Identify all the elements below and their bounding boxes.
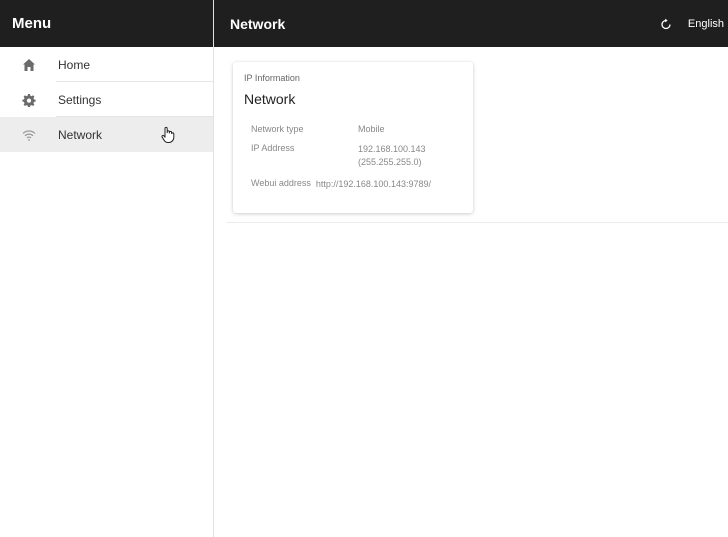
refresh-icon (661, 18, 671, 29)
gear-icon (20, 91, 38, 109)
refresh-button[interactable] (658, 16, 674, 32)
sidebar-item-home[interactable]: Home (0, 47, 213, 82)
info-key: Network type (251, 124, 304, 134)
info-value: Mobile (358, 124, 385, 134)
info-row-webui-address: Webui address http://192.168.100.143:978… (244, 178, 462, 191)
card-overline: IP Information (244, 73, 300, 83)
sidebar-nav: Home Settings Network (0, 47, 213, 152)
subnet-mask-value: (255.255.255.0) (358, 157, 422, 167)
sidebar-item-label: Home (58, 57, 91, 72)
hand-cursor-icon (160, 126, 176, 144)
info-key: IP Address (251, 143, 295, 153)
page-title: Network (230, 15, 286, 32)
language-selector[interactable]: English (688, 18, 724, 30)
info-value: 192.168.100.143 (255.255.255.0) (358, 143, 426, 169)
info-table: Network type Mobile IP Address 192.168.1… (244, 123, 462, 191)
info-row-network-type: Network type Mobile (244, 123, 462, 135)
app-window: Menu Home Settings Network Network Engli… (0, 0, 728, 537)
wifi-icon (20, 126, 38, 144)
sidebar-item-label: Settings (58, 92, 102, 107)
info-row-ip-address: IP Address 192.168.100.143 (255.255.255.… (244, 143, 462, 169)
top-bar-actions: English (658, 0, 724, 47)
top-bar: Network English (214, 0, 728, 47)
home-icon (20, 56, 38, 74)
main-area: Network English IP Information Network N… (214, 0, 728, 537)
sidebar-header: Menu (0, 0, 213, 47)
sidebar-item-network[interactable]: Network (0, 117, 213, 152)
info-key: Webui address (251, 178, 311, 188)
sidebar-item-settings[interactable]: Settings (0, 82, 213, 117)
sidebar-item-label: Network (58, 127, 103, 142)
ip-address-value: 192.168.100.143 (358, 144, 426, 154)
card-title: Network (244, 91, 296, 107)
ip-information-card: IP Information Network Network type Mobi… (233, 62, 473, 213)
sidebar-title: Menu (12, 15, 52, 32)
webui-address-link[interactable]: http://192.168.100.143:9789/ (316, 178, 431, 191)
divider (226, 222, 728, 223)
sidebar: Menu Home Settings Network (0, 0, 214, 537)
